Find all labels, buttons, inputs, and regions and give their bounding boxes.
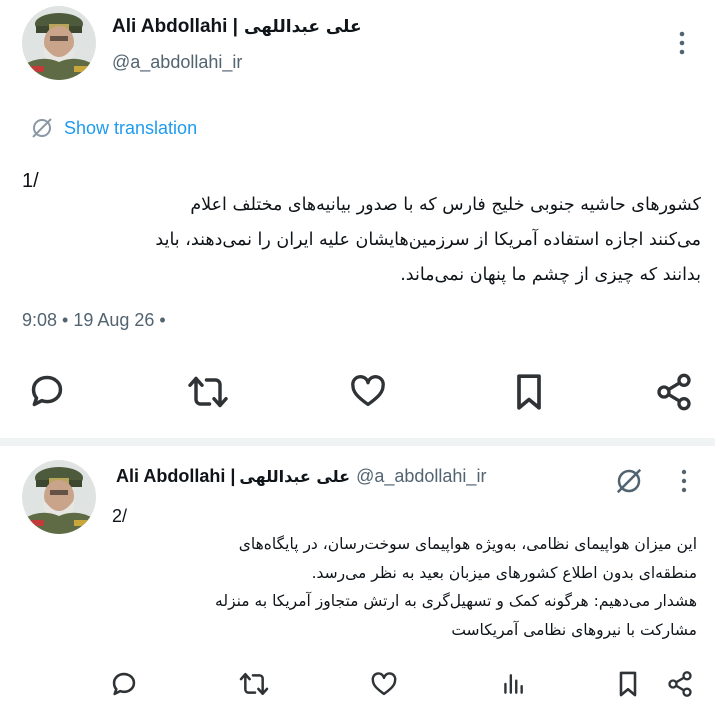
tweet-text-line: کشورهای حاشیه جنوبی خلیج فارس که با صدور… xyxy=(190,195,701,215)
more-vertical-icon[interactable] xyxy=(674,468,694,494)
show-translation-button[interactable]: Show translation xyxy=(30,116,197,140)
thread-number: 2/ xyxy=(112,506,128,526)
tweet-text: کشورهای حاشیه جنوبی خلیج فارس که با صدور… xyxy=(11,188,701,288)
translate-icon[interactable] xyxy=(614,466,644,496)
retweet-icon[interactable] xyxy=(238,671,270,697)
share-icon[interactable] xyxy=(654,372,694,412)
author-name[interactable]: Ali Abdollahi | علی عبداللهی xyxy=(112,16,362,38)
author-handle[interactable]: @a_abdollahi_ir xyxy=(356,466,486,486)
tweet-timestamp[interactable]: 9:08 • 19 Aug 26 • xyxy=(22,310,166,331)
tweet-text-line: منطقه‌ای بدون اطلاع کشورهای میزبان بعید … xyxy=(311,563,697,582)
tweet-text-line: بدانند که چیزی از چشم ما پنهان نمی‌ماند. xyxy=(400,265,701,285)
reply-icon[interactable] xyxy=(28,372,66,410)
tweet-1: Ali Abdollahi | علی عبداللهی @a_abdollahi… xyxy=(0,0,715,438)
author-handle[interactable]: @a_abdollahi_ir xyxy=(112,52,242,73)
tweet-text: این میزان هواپیمای نظامی، به‌ویژه هواپیم… xyxy=(107,530,697,644)
tweet-separator xyxy=(0,438,715,446)
reply-icon[interactable] xyxy=(110,670,138,698)
bookmark-icon[interactable] xyxy=(616,670,640,698)
retweet-icon[interactable] xyxy=(186,374,230,410)
author-name-persian[interactable]: علی عبداللهی xyxy=(239,467,350,486)
author-name-persian: علی عبداللهی xyxy=(244,17,362,37)
views-icon[interactable] xyxy=(500,670,526,698)
more-vertical-icon[interactable] xyxy=(670,30,694,56)
like-icon[interactable] xyxy=(348,372,388,410)
author-name-latin[interactable]: Ali Abdollahi | xyxy=(116,466,235,486)
tweet-text-line: این میزان هواپیمای نظامی، به‌ویژه هواپیم… xyxy=(238,535,697,553)
avatar[interactable] xyxy=(22,6,96,80)
author-name-latin: Ali Abdollahi | xyxy=(112,16,238,37)
like-icon[interactable] xyxy=(370,670,398,698)
avatar[interactable] xyxy=(22,460,96,534)
translate-icon xyxy=(32,118,52,138)
show-translation-label: Show translation xyxy=(64,117,198,138)
action-bar xyxy=(0,664,715,704)
action-bar xyxy=(0,366,715,414)
tweet-text-line: هشدار می‌دهیم: هرگونه کمک و تسهیل‌گری به… xyxy=(215,592,697,610)
bookmark-icon[interactable] xyxy=(512,372,546,412)
tweet-text-line: می‌کنند اجازه استفاده آمریکا از سرزمین‌ه… xyxy=(155,230,701,250)
tweet-2: Ali Abdollahi | علی عبداللهی @a_abdollahi_… xyxy=(0,446,715,720)
tweet-text-line: مشارکت با نیروهای نظامی آمریکاست xyxy=(451,620,697,639)
share-icon[interactable] xyxy=(666,670,694,698)
tweet-header: Ali Abdollahi | علی عبداللهی @a_abdollahi_… xyxy=(116,466,486,487)
